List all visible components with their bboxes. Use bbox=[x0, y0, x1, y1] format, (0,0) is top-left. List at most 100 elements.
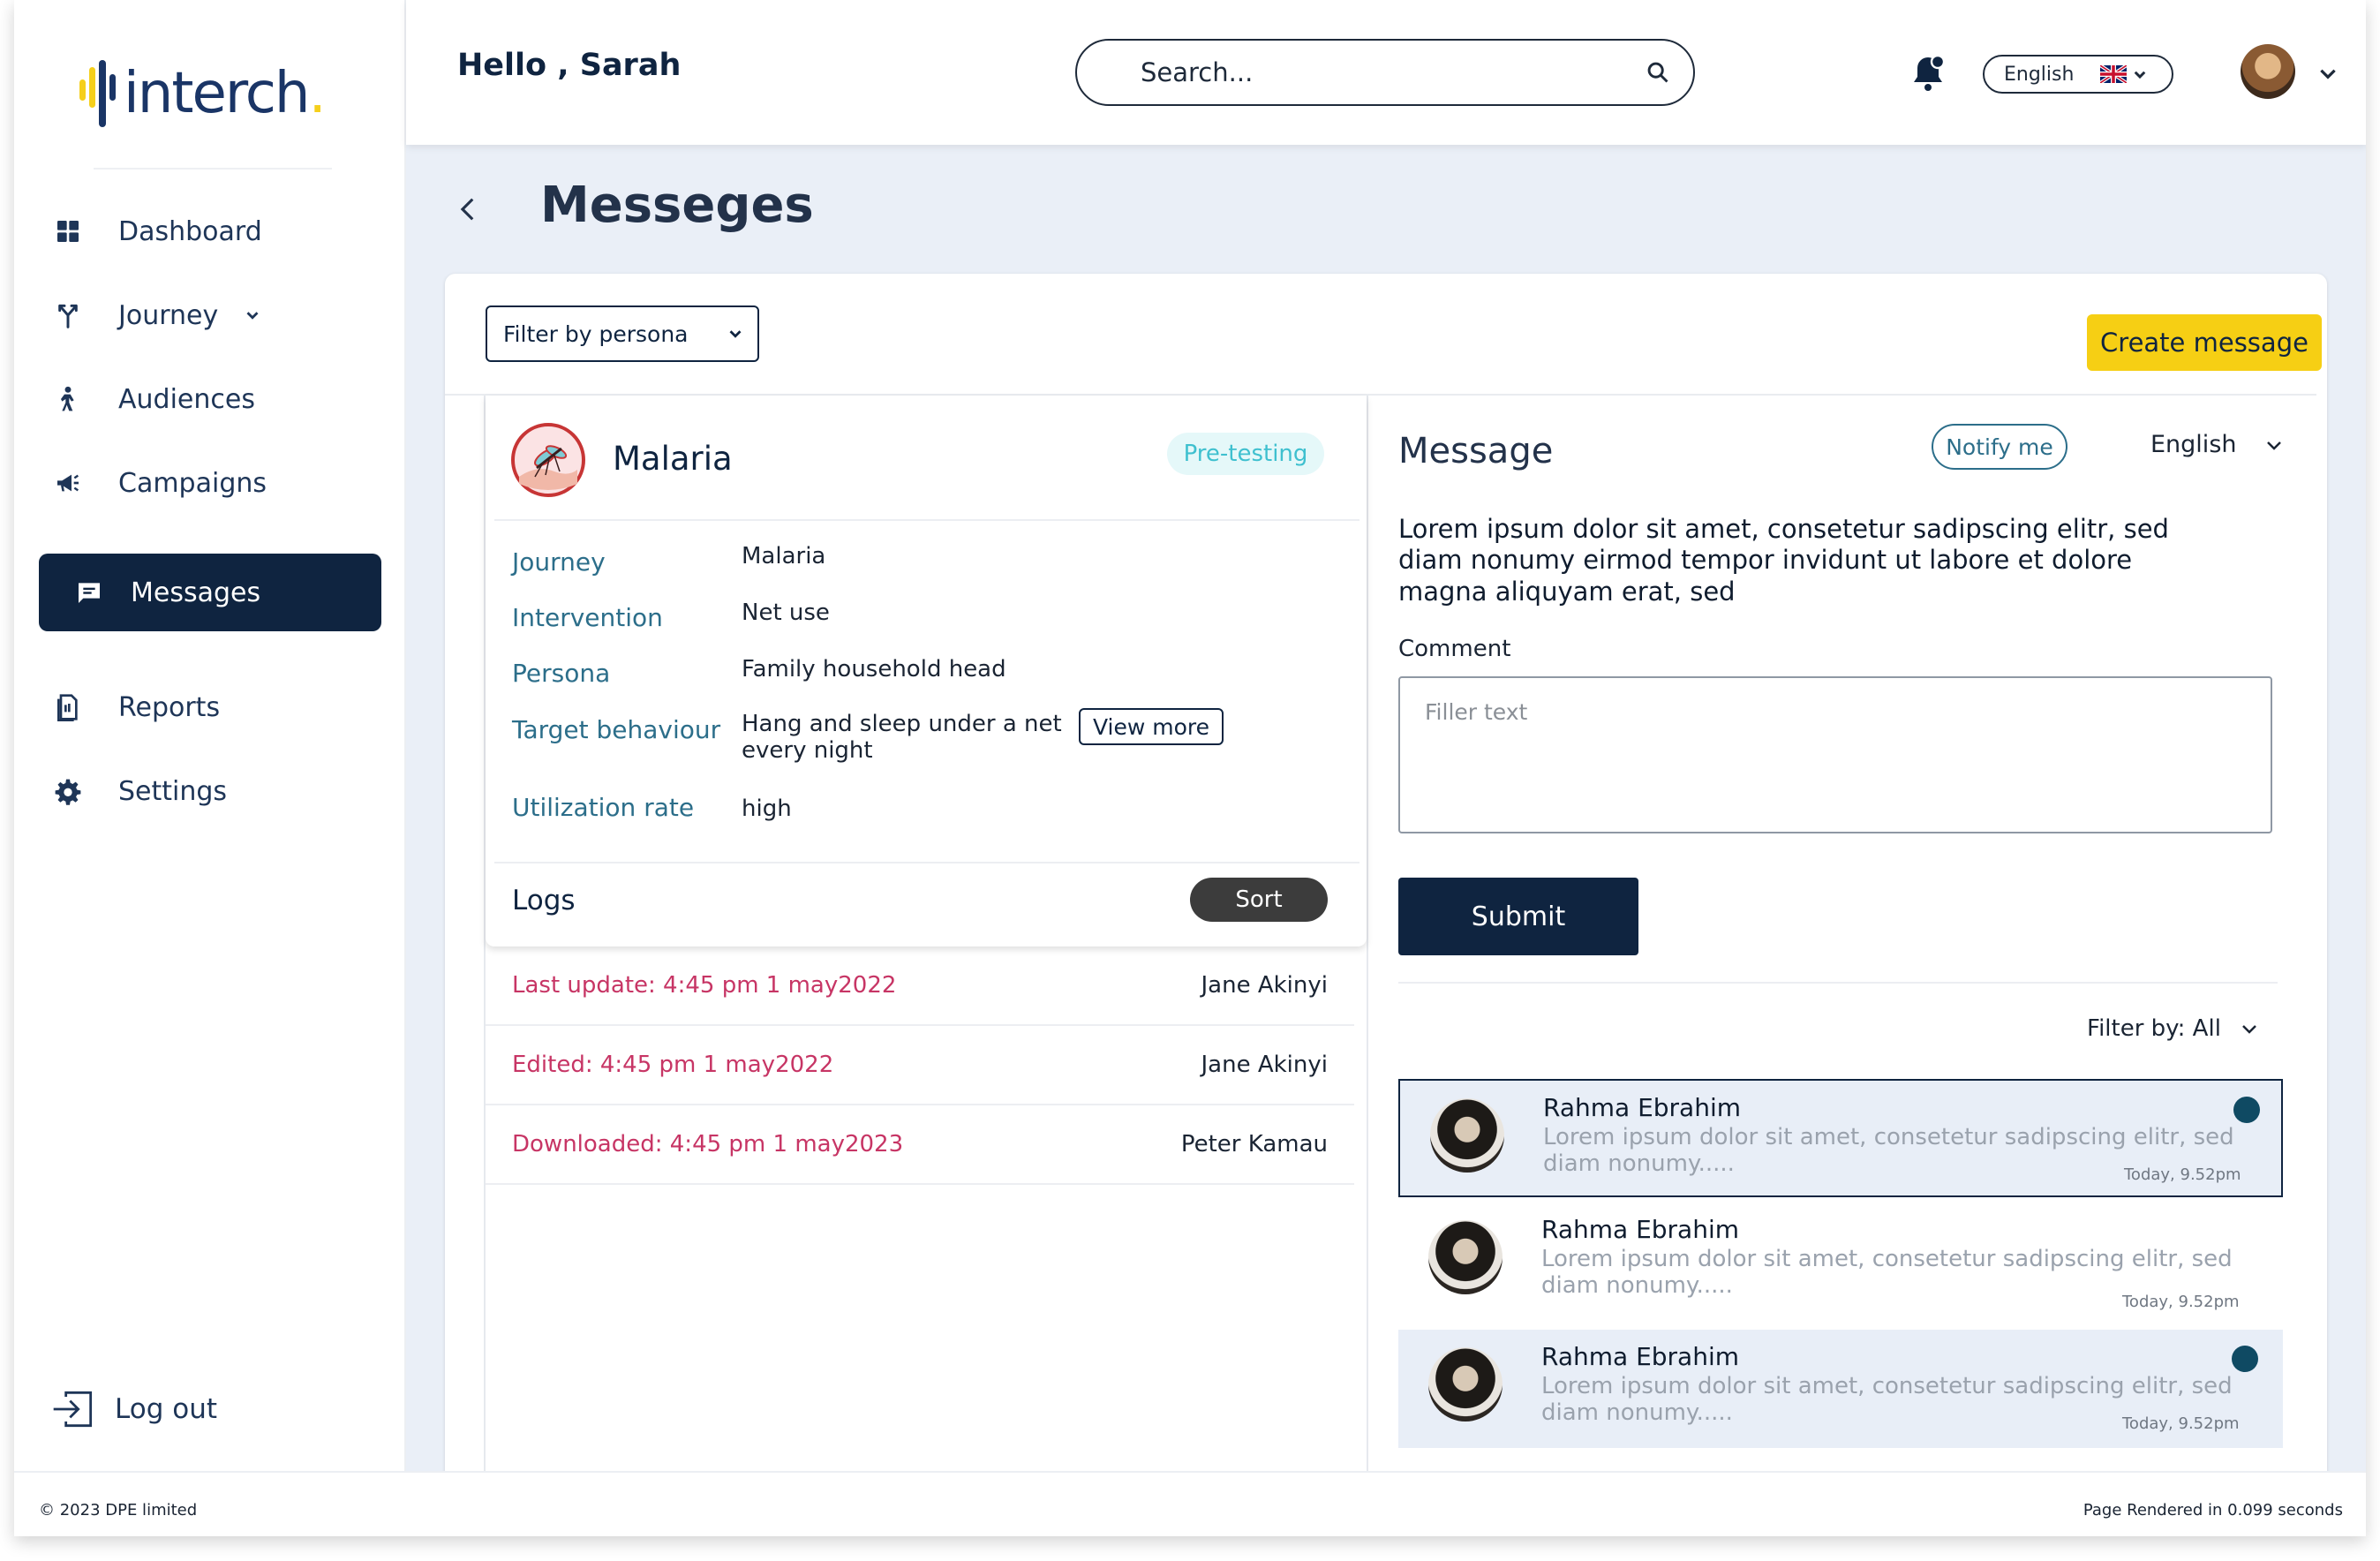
conversation-item[interactable]: Rahma Ebrahim Lorem ipsum dolor sit amet… bbox=[1398, 1203, 2283, 1321]
render-info: Page Rendered in 0.099 seconds bbox=[2082, 1501, 2343, 1520]
sidebar-item-messages[interactable]: Messages bbox=[39, 554, 381, 631]
fork-icon bbox=[53, 300, 83, 330]
message-icon bbox=[74, 577, 104, 607]
conversation-name: Rahma Ebrahim bbox=[1541, 1215, 1740, 1244]
journey-value: Malaria bbox=[742, 543, 826, 569]
chevron-down-icon[interactable] bbox=[2316, 62, 2339, 85]
target-behaviour-value: Hang and sleep under a net every night bbox=[742, 711, 1062, 764]
logo-mark-icon bbox=[79, 60, 116, 127]
brand-logo[interactable]: interch. bbox=[78, 49, 327, 138]
main-content: Messeges Filter by persona Create messag… bbox=[406, 145, 2366, 1492]
sidebar-nav: Dashboard Journey Audiences Campaigns Me… bbox=[39, 192, 381, 836]
comment-placeholder: Filler text bbox=[1425, 699, 1528, 725]
comment-textarea[interactable]: Filler text bbox=[1398, 676, 2272, 833]
persona-label: Persona bbox=[512, 659, 611, 688]
chevron-down-icon bbox=[2135, 71, 2146, 79]
uk-flag-icon bbox=[2100, 65, 2128, 83]
persona-title: Malaria bbox=[613, 440, 733, 478]
chevron-down-icon[interactable] bbox=[243, 305, 262, 325]
avatar bbox=[1428, 1220, 1503, 1294]
chevron-down-icon bbox=[729, 330, 742, 338]
page-title: Messeges bbox=[540, 177, 814, 234]
message-title: Message bbox=[1398, 431, 1554, 471]
log-row[interactable]: Downloaded: 4:45 pm 1 may2023 Peter Kama… bbox=[486, 1105, 1354, 1185]
sidebar-item-settings[interactable]: Settings bbox=[39, 752, 381, 830]
sidebar-item-campaigns[interactable]: Campaigns bbox=[39, 444, 381, 522]
conversation-name: Rahma Ebrahim bbox=[1541, 1342, 1740, 1371]
message-language-select[interactable]: English bbox=[2150, 431, 2285, 458]
message-language-label: English bbox=[2150, 431, 2237, 458]
sidebar-item-label: Messages bbox=[131, 577, 261, 608]
sidebar-item-dashboard[interactable]: Dashboard bbox=[39, 192, 381, 270]
log-row[interactable]: Last update: 4:45 pm 1 may2022 Jane Akin… bbox=[486, 946, 1354, 1026]
unread-dot-icon bbox=[2233, 1097, 2260, 1123]
conversation-time: Today, 9.52pm bbox=[2124, 1165, 2241, 1184]
conversation-time: Today, 9.52pm bbox=[2122, 1293, 2240, 1311]
intervention-value: Net use bbox=[742, 600, 830, 626]
status-badge: Pre-testing bbox=[1167, 433, 1324, 475]
sort-button[interactable]: Sort bbox=[1190, 878, 1328, 922]
top-bar: Hello , Sarah Search... English bbox=[406, 0, 2366, 145]
user-avatar[interactable] bbox=[2241, 44, 2295, 99]
chevron-down-icon bbox=[2242, 1025, 2256, 1034]
search-input[interactable]: Search... bbox=[1075, 39, 1695, 106]
filter-label: Filter by: All bbox=[2087, 1015, 2221, 1042]
grid-icon bbox=[53, 216, 83, 246]
megaphone-icon bbox=[53, 468, 83, 498]
logs-title: Logs bbox=[512, 885, 576, 916]
sidebar-item-journey[interactable]: Journey bbox=[39, 276, 381, 354]
journey-label: Journey bbox=[512, 547, 606, 577]
filter-persona-select[interactable]: Filter by persona bbox=[486, 305, 759, 362]
log-row[interactable]: Edited: 4:45 pm 1 may2022 Jane Akinyi bbox=[486, 1026, 1354, 1105]
chevron-down-icon bbox=[2266, 441, 2281, 450]
conversation-item[interactable]: Rahma Ebrahim Lorem ipsum dolor sit amet… bbox=[1398, 1330, 2283, 1448]
search-placeholder: Search... bbox=[1141, 57, 1254, 87]
language-selector[interactable]: English bbox=[1983, 55, 2173, 94]
log-user: Jane Akinyi bbox=[1201, 972, 1329, 999]
app-window: interch. Dashboard Journey Audiences Cam… bbox=[14, 0, 2366, 1536]
sidebar-item-label: Audiences bbox=[118, 383, 255, 415]
create-message-button[interactable]: Create message bbox=[2087, 314, 2322, 371]
back-arrow-icon[interactable] bbox=[454, 194, 484, 224]
report-icon bbox=[53, 692, 83, 722]
logout-button[interactable]: Log out bbox=[49, 1384, 217, 1434]
sidebar: interch. Dashboard Journey Audiences Cam… bbox=[14, 0, 406, 1471]
utilization-value: high bbox=[742, 796, 792, 822]
logout-label: Log out bbox=[115, 1393, 217, 1425]
sidebar-item-label: Settings bbox=[118, 775, 228, 807]
filter-persona-label: Filter by persona bbox=[503, 320, 689, 347]
intervention-label: Intervention bbox=[512, 603, 663, 632]
person-icon bbox=[53, 384, 83, 414]
sidebar-item-label: Journey bbox=[118, 299, 219, 331]
conversation-name: Rahma Ebrahim bbox=[1543, 1093, 1742, 1122]
notify-me-button[interactable]: Notify me bbox=[1932, 424, 2067, 470]
log-text: Last update: 4:45 pm 1 may2022 bbox=[512, 972, 897, 999]
submit-button[interactable]: Submit bbox=[1398, 878, 1638, 955]
mosquito-icon bbox=[511, 423, 585, 497]
sidebar-item-reports[interactable]: Reports bbox=[39, 668, 381, 746]
avatar bbox=[1430, 1098, 1504, 1173]
conversation-item[interactable]: Rahma Ebrahim Lorem ipsum dolor sit amet… bbox=[1398, 1079, 2283, 1197]
logs-divider bbox=[494, 862, 1359, 863]
persona-panel: Malaria Pre-testing Journey Malaria Inte… bbox=[484, 396, 1368, 1492]
persona-value: Family household head bbox=[742, 656, 1006, 682]
log-text: Downloaded: 4:45 pm 1 may2023 bbox=[512, 1131, 904, 1158]
greeting: Hello , Sarah bbox=[457, 48, 682, 83]
logo-text: interch. bbox=[124, 61, 327, 126]
conversation-preview: Lorem ipsum dolor sit amet, consetetur s… bbox=[1541, 1246, 2233, 1299]
conversation-time: Today, 9.52pm bbox=[2122, 1414, 2240, 1433]
messages-card: Filter by persona Create message Malaria… bbox=[445, 274, 2327, 1492]
language-label: English bbox=[2004, 63, 2075, 86]
log-user: Peter Kamau bbox=[1180, 1131, 1328, 1158]
notification-bell-icon[interactable] bbox=[1907, 51, 1949, 95]
search-icon[interactable] bbox=[1646, 60, 1670, 85]
view-more-button[interactable]: View more bbox=[1079, 708, 1224, 745]
sidebar-item-audiences[interactable]: Audiences bbox=[39, 360, 381, 438]
panel-divider bbox=[1398, 982, 2278, 984]
conversation-filter[interactable]: Filter by: All bbox=[2087, 1015, 2260, 1042]
copyright: © 2023 DPE limited bbox=[39, 1501, 198, 1520]
logo-divider bbox=[94, 168, 332, 170]
target-behaviour-label: Target behaviour bbox=[512, 715, 721, 744]
unread-dot-icon bbox=[2232, 1346, 2258, 1372]
message-panel: Message Notify me English Lorem ipsum do… bbox=[1398, 396, 2290, 1492]
